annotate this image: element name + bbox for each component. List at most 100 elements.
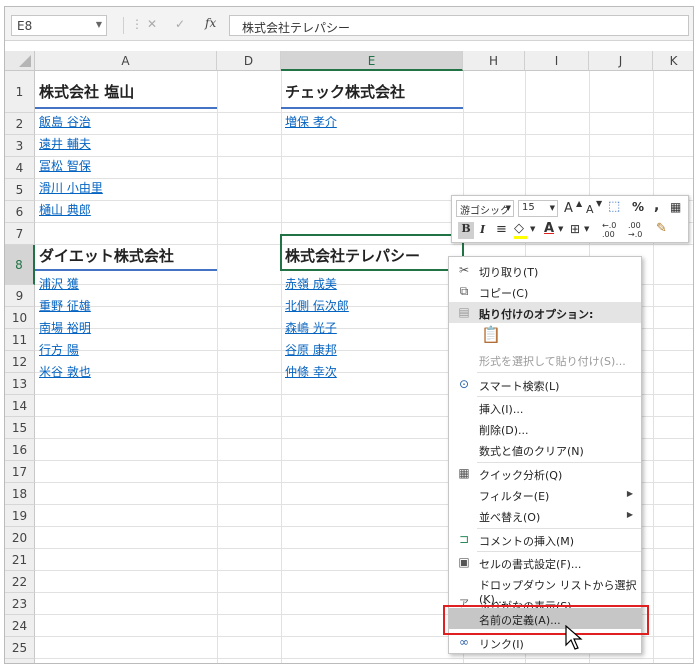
- column-header-d[interactable]: D: [217, 51, 281, 71]
- column-header-h[interactable]: H: [463, 51, 525, 71]
- column-header-i[interactable]: I: [525, 51, 589, 71]
- percent-style-icon[interactable]: %: [632, 200, 644, 214]
- select-all-corner[interactable]: [5, 51, 35, 71]
- row-header-12[interactable]: 12: [5, 351, 35, 373]
- font-color-button[interactable]: A: [544, 221, 554, 236]
- row-header-11[interactable]: 11: [5, 329, 35, 351]
- cell-a6[interactable]: 樋山 典郎: [35, 201, 91, 218]
- menu-item-smart-lookup[interactable]: ⊙ スマート検索(L): [449, 374, 641, 395]
- cell-e1[interactable]: チェック株式会社: [281, 73, 405, 111]
- row-header-25[interactable]: 25: [5, 637, 35, 659]
- shrink-font-icon[interactable]: A: [586, 203, 594, 216]
- row-header-16[interactable]: 16: [5, 439, 35, 461]
- column-header-k[interactable]: K: [653, 51, 693, 71]
- cell-e2[interactable]: 増保 孝介: [281, 113, 337, 130]
- column-header-e[interactable]: E: [281, 51, 463, 71]
- cell-a5[interactable]: 滑川 小由里: [35, 179, 103, 196]
- row-header-21[interactable]: 21: [5, 549, 35, 571]
- row-header-26[interactable]: 26: [5, 659, 35, 663]
- cell-a2[interactable]: 飯島 谷治: [35, 113, 91, 130]
- cell-a4[interactable]: 冨松 智保: [35, 157, 91, 174]
- font-name-box[interactable]: 游ゴシック ▼: [456, 200, 514, 217]
- gridline: [35, 156, 693, 157]
- gridline: [35, 178, 693, 179]
- formula-bar: E8 ▼ ⋮ ✕ ✓ fx 株式会社テレパシー: [5, 7, 693, 41]
- comma-style-icon[interactable]: ,: [654, 198, 659, 214]
- name-box[interactable]: E8 ▼: [11, 15, 107, 36]
- cell-e9[interactable]: 赤嶺 成美: [281, 275, 337, 292]
- row-header-14[interactable]: 14: [5, 395, 35, 417]
- row-header-8[interactable]: 8: [5, 245, 35, 285]
- row-header-3[interactable]: 3: [5, 135, 35, 157]
- menu-item-sort[interactable]: 並べ替え(O) ▶: [449, 505, 641, 526]
- chevron-down-icon[interactable]: ▼: [550, 204, 555, 212]
- menu-item-clear-contents[interactable]: 数式と値のクリア(N): [449, 439, 641, 460]
- borders-icon[interactable]: ⊞: [570, 222, 580, 236]
- cell-e10[interactable]: 北側 伝次郎: [281, 297, 349, 314]
- font-size-box[interactable]: 15 ▼: [518, 200, 558, 217]
- menu-item-cut[interactable]: ✂ 切り取り(T): [449, 260, 641, 281]
- chevron-down-icon[interactable]: ▼: [558, 225, 563, 233]
- row-header-4[interactable]: 4: [5, 157, 35, 179]
- cancel-icon[interactable]: ✕: [147, 17, 157, 31]
- cell-a12[interactable]: 行方 陽: [35, 341, 79, 358]
- row-header-9[interactable]: 9: [5, 285, 35, 307]
- cell-a11[interactable]: 南場 裕明: [35, 319, 91, 336]
- menu-item-pick-from-list[interactable]: ドロップダウン リストから選択(K)...: [449, 573, 641, 606]
- table-format-icon[interactable]: ▦: [670, 200, 681, 214]
- formula-input[interactable]: 株式会社テレパシー: [229, 15, 689, 36]
- row-header-17[interactable]: 17: [5, 461, 35, 483]
- row-header-5[interactable]: 5: [5, 179, 35, 201]
- row-header-10[interactable]: 10: [5, 307, 35, 329]
- cell-a3[interactable]: 遠井 輔夫: [35, 135, 91, 152]
- enter-icon[interactable]: ✓: [175, 17, 185, 31]
- format-style-icon[interactable]: ⬚: [608, 199, 620, 214]
- heading-underline: [35, 107, 217, 109]
- increase-decimal-icon[interactable]: ←.0 .00: [602, 221, 616, 239]
- row-header-22[interactable]: 22: [5, 571, 35, 593]
- menu-item-delete[interactable]: 削除(D)...: [449, 418, 641, 439]
- cell-a9[interactable]: 浦沢 獲: [35, 275, 79, 292]
- menu-item-link[interactable]: ∞ リンク(I): [449, 632, 641, 653]
- grow-font-icon[interactable]: A: [564, 201, 573, 216]
- cell-e11[interactable]: 森嶋 光子: [281, 319, 337, 336]
- excel-window: E8 ▼ ⋮ ✕ ✓ fx 株式会社テレパシー A D E H I J K 12…: [4, 6, 694, 664]
- cell-e12[interactable]: 谷原 康邦: [281, 341, 337, 358]
- column-header-a[interactable]: A: [35, 51, 217, 71]
- italic-button[interactable]: I: [480, 223, 485, 236]
- column-header-j[interactable]: J: [589, 51, 653, 71]
- row-header-7[interactable]: 7: [5, 223, 35, 245]
- chevron-down-icon[interactable]: ▼: [530, 225, 535, 233]
- menu-item-quick-analysis[interactable]: ▦ クイック分析(Q): [449, 463, 641, 484]
- row-header-13[interactable]: 13: [5, 373, 35, 395]
- row-header-23[interactable]: 23: [5, 593, 35, 615]
- chevron-down-icon[interactable]: ▼: [506, 204, 511, 212]
- menu-item-copy[interactable]: ⧉ コピー(C): [449, 281, 641, 302]
- menu-item-format-cells[interactable]: ▣ セルの書式設定(F)...: [449, 552, 641, 573]
- cell-a10[interactable]: 重野 征雄: [35, 297, 91, 314]
- insert-function-icon[interactable]: fx: [205, 16, 216, 30]
- row-header-6[interactable]: 6: [5, 201, 35, 223]
- menu-item-filter[interactable]: フィルター(E) ▶: [449, 484, 641, 505]
- active-cell-border: [280, 234, 464, 271]
- row-header-20[interactable]: 20: [5, 527, 35, 549]
- cell-a1[interactable]: 株式会社 塩山: [35, 73, 134, 111]
- fill-color-icon[interactable]: ◇: [514, 221, 524, 236]
- row-header-24[interactable]: 24: [5, 615, 35, 637]
- menu-item-insert-comment[interactable]: ⊐ コメントの挿入(M): [449, 529, 641, 550]
- row-header-18[interactable]: 18: [5, 483, 35, 505]
- row-header-1[interactable]: 1: [5, 71, 35, 113]
- cell-e13[interactable]: 仲條 幸次: [281, 363, 337, 380]
- chevron-down-icon[interactable]: ▼: [96, 20, 102, 29]
- row-header-19[interactable]: 19: [5, 505, 35, 527]
- menu-item-insert[interactable]: 挿入(I)...: [449, 397, 641, 418]
- decrease-decimal-icon[interactable]: .00 →.0: [628, 221, 642, 239]
- cell-a13[interactable]: 米谷 敦也: [35, 363, 91, 380]
- chevron-down-icon[interactable]: ▼: [584, 225, 589, 233]
- row-header-2[interactable]: 2: [5, 113, 35, 135]
- bold-button[interactable]: B: [458, 222, 474, 239]
- format-painter-icon[interactable]: ✎: [656, 221, 667, 236]
- clipboard-icon[interactable]: 📋: [481, 327, 501, 343]
- align-center-icon[interactable]: ≡: [496, 222, 507, 237]
- row-header-15[interactable]: 15: [5, 417, 35, 439]
